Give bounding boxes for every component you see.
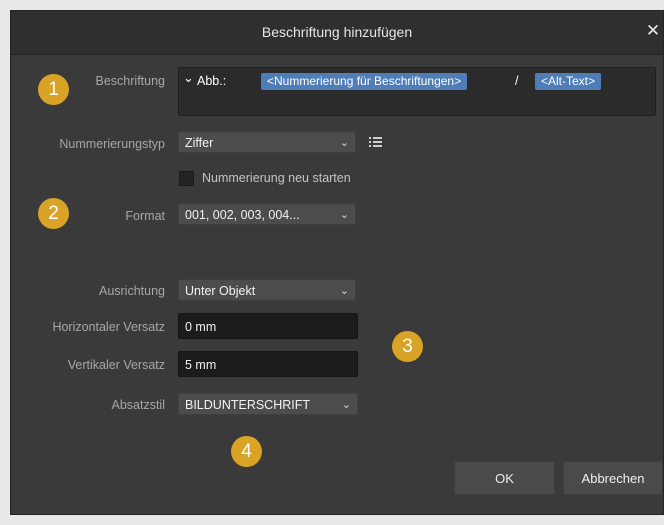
ok-button[interactable]: OK bbox=[454, 461, 555, 495]
chevron-down-icon: ⌄ bbox=[339, 285, 349, 297]
callout-badge-2: 2 bbox=[38, 198, 69, 229]
vertical-offset-input[interactable]: 5 mm bbox=[178, 351, 358, 377]
alignment-label: Ausrichtung bbox=[98, 284, 165, 298]
numbering-type-dropdown[interactable]: Ziffer ⌄ bbox=[178, 131, 356, 153]
vertical-offset-label: Vertikaler Versatz bbox=[67, 358, 165, 372]
format-value: 001, 002, 003, 004... bbox=[185, 208, 300, 222]
numbering-type-value: Ziffer bbox=[185, 136, 214, 150]
horizontal-offset-input[interactable]: 0 mm bbox=[178, 313, 358, 339]
paragraph-style-dropdown[interactable]: BILDUNTERSCHRIFT ⌄ bbox=[178, 393, 358, 415]
alignment-dropdown[interactable]: Unter Objekt ⌄ bbox=[178, 279, 356, 301]
chevron-down-icon: ⌄ bbox=[339, 137, 349, 149]
horizontal-offset-label: Horizontaler Versatz bbox=[52, 320, 165, 334]
ok-button-label: OK bbox=[495, 471, 514, 486]
caption-separator: / bbox=[515, 74, 519, 88]
dialog-titlebar[interactable]: Beschriftung hinzufügen ✕ bbox=[11, 11, 663, 55]
caption-label: Beschriftung bbox=[95, 74, 165, 88]
close-icon[interactable]: ✕ bbox=[645, 21, 661, 41]
numbering-token[interactable]: <Nummerierung für Beschriftungen> bbox=[261, 73, 468, 90]
chevron-down-icon: ⌄ bbox=[339, 209, 349, 221]
alt-text-token[interactable]: <Alt-Text> bbox=[535, 73, 602, 90]
caption-prefix: Abb.: bbox=[197, 74, 227, 88]
chevron-down-icon: ⌄ bbox=[341, 399, 351, 411]
format-dropdown[interactable]: 001, 002, 003, 004... ⌄ bbox=[178, 203, 356, 225]
format-label: Format bbox=[125, 209, 165, 223]
callout-badge-1: 1 bbox=[38, 74, 69, 105]
vertical-offset-value: 5 mm bbox=[185, 358, 217, 372]
dialog-title: Beschriftung hinzufügen bbox=[261, 24, 413, 40]
caption-dialog: Beschriftung hinzufügen ✕ Beschriftung ⌄… bbox=[10, 10, 664, 515]
cancel-button-label: Abbrechen bbox=[581, 471, 645, 486]
horizontal-offset-value: 0 mm bbox=[185, 320, 217, 334]
restart-numbering-checkbox[interactable] bbox=[179, 171, 194, 186]
paragraph-style-label: Absatzstil bbox=[111, 398, 166, 412]
chevron-down-icon[interactable]: ⌄ bbox=[183, 70, 194, 86]
list-settings-icon[interactable] bbox=[369, 136, 383, 148]
alignment-value: Unter Objekt bbox=[185, 284, 256, 298]
restart-numbering-label[interactable]: Nummerierung neu starten bbox=[202, 171, 351, 185]
caption-field[interactable]: ⌄ Abb.: <Nummerierung für Beschriftungen… bbox=[178, 67, 656, 116]
callout-badge-4: 4 bbox=[231, 436, 262, 467]
callout-badge-3: 3 bbox=[392, 331, 423, 362]
cancel-button[interactable]: Abbrechen bbox=[563, 461, 663, 495]
numbering-type-label: Nummerierungstyp bbox=[59, 137, 165, 151]
paragraph-style-value: BILDUNTERSCHRIFT bbox=[185, 398, 311, 412]
